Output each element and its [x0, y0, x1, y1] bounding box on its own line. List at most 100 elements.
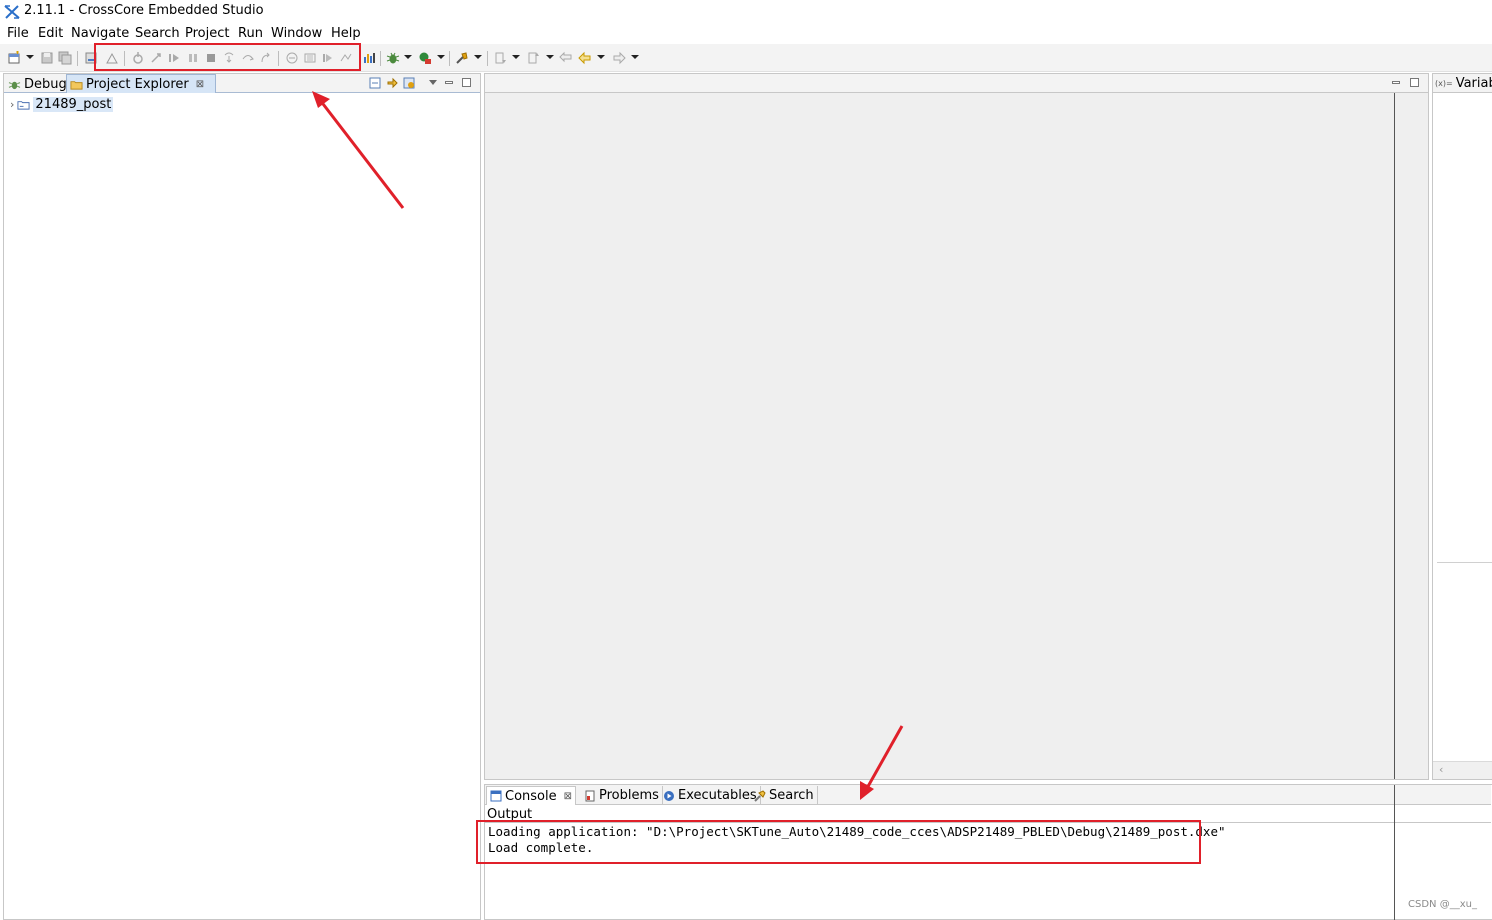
expand-chevron-icon[interactable]: › [10, 98, 14, 111]
output-label: Output [487, 807, 533, 822]
toolbar-separator [278, 51, 279, 66]
run-launch-icon[interactable] [418, 51, 432, 65]
tab-problems-label: Problems [599, 788, 659, 803]
tree-item-21489-post[interactable]: › 21489_post [10, 96, 114, 112]
console-line: Loading application: "D:\Project\SKTune_… [488, 824, 1226, 839]
step-over-icon[interactable] [241, 51, 255, 65]
suspend-icon[interactable] [186, 51, 200, 65]
menu-navigate[interactable]: Navigate [71, 26, 129, 41]
maximize-icon[interactable] [1410, 78, 1419, 87]
minimize-icon[interactable] [445, 81, 453, 84]
menu-file[interactable]: File [7, 26, 29, 41]
tab-project-explorer[interactable]: Project Explorer ⊠ [66, 74, 216, 93]
main-toolbar [0, 44, 1492, 72]
editor-header [485, 74, 1428, 93]
terminate-icon[interactable] [204, 51, 218, 65]
toolbar-separator [449, 51, 450, 66]
console-icon [490, 790, 502, 802]
editor-area [484, 73, 1429, 780]
tab-console[interactable]: Console ⊠ [486, 786, 576, 805]
last-edit-icon[interactable] [559, 51, 573, 65]
menu-run[interactable]: Run [238, 26, 263, 41]
collapse-all-icon[interactable] [369, 77, 381, 93]
left-view-panel: Debug Project Explorer ⊠ › 21489_post [3, 73, 481, 920]
toolbar-separator [380, 51, 381, 66]
new-icon[interactable] [7, 51, 21, 65]
step-return-icon[interactable] [259, 51, 273, 65]
debug-config-icon[interactable] [105, 51, 119, 65]
previous-annotation-dropdown-icon[interactable] [546, 55, 554, 59]
variables-view-panel: (x)= Variabl ‹ [1432, 73, 1492, 780]
save-icon[interactable] [40, 51, 54, 65]
menu-edit[interactable]: Edit [38, 26, 63, 41]
next-annotation-icon[interactable] [494, 51, 508, 65]
filter-settings-icon[interactable] [403, 77, 415, 93]
forward-dropdown-icon[interactable] [631, 55, 639, 59]
connect-icon[interactable] [149, 51, 163, 65]
menu-search[interactable]: Search [135, 26, 180, 41]
next-annotation-dropdown-icon[interactable] [512, 55, 520, 59]
minimize-icon[interactable] [1392, 81, 1400, 84]
plot-icon[interactable] [362, 51, 376, 65]
debug-launch-icon[interactable] [386, 51, 400, 65]
instruction-step-icon[interactable] [339, 51, 353, 65]
close-icon[interactable]: ⊠ [564, 791, 572, 802]
editor-vertical-ruler [1394, 93, 1395, 779]
tab-debug[interactable]: Debug [6, 75, 69, 93]
menu-help[interactable]: Help [331, 26, 361, 41]
maximize-icon[interactable] [462, 78, 471, 87]
horizontal-scrollbar[interactable]: ‹ [1433, 761, 1492, 779]
menu-project[interactable]: Project [185, 26, 229, 41]
tab-console-label: Console [505, 788, 557, 804]
disassembly-icon[interactable] [285, 51, 299, 65]
save-all-icon[interactable] [58, 51, 72, 65]
debug-dropdown-icon[interactable] [404, 55, 412, 59]
watermark: CSDN @__xu_ [1408, 899, 1477, 910]
tab-search[interactable]: Search [751, 786, 818, 805]
tab-variables-label: Variabl [1455, 75, 1492, 91]
window-title: 2.11.1 - CrossCore Embedded Studio [24, 3, 264, 18]
tab-executables-label: Executables [678, 788, 757, 803]
title-bar: 2.11.1 - CrossCore Embedded Studio [0, 0, 1492, 23]
external-tools-dropdown-icon[interactable] [474, 55, 482, 59]
back-dropdown-icon[interactable] [597, 55, 605, 59]
output-separator [485, 822, 1491, 823]
build-icon[interactable] [84, 51, 98, 65]
toolbar-separator [124, 51, 125, 66]
tab-executables[interactable]: Executables [660, 786, 761, 805]
executables-icon [664, 790, 674, 801]
tab-variables[interactable]: (x)= Variabl [1433, 74, 1492, 93]
debug-bug-icon [8, 81, 21, 89]
view-menu-icon[interactable] [429, 80, 437, 85]
variables-icon: (x)= [1435, 78, 1453, 88]
previous-annotation-icon[interactable] [527, 51, 541, 65]
menu-bar: File Edit Navigate Search Project Run Wi… [0, 23, 1492, 44]
link-with-editor-icon[interactable] [386, 77, 398, 93]
toolbar-separator [77, 51, 78, 66]
close-icon[interactable]: ⊠ [196, 79, 204, 90]
variables-detail-divider[interactable] [1437, 562, 1492, 563]
console-vertical-divider [1394, 785, 1395, 920]
console-panel: Console ⊠ Problems Executables Search Ou… [484, 784, 1492, 920]
external-tools-icon[interactable] [455, 51, 469, 65]
tab-problems[interactable]: Problems [581, 786, 663, 805]
left-panel-tabbar: Debug Project Explorer ⊠ [4, 74, 480, 93]
memory-icon[interactable] [303, 51, 317, 65]
tab-search-label: Search [769, 788, 814, 803]
run-dropdown-icon[interactable] [437, 55, 445, 59]
menu-window[interactable]: Window [271, 26, 322, 41]
resume-icon[interactable] [167, 51, 181, 65]
project-folder-icon [17, 100, 30, 110]
step-into-icon[interactable] [222, 51, 236, 65]
scroll-left-icon[interactable]: ‹ [1439, 763, 1443, 776]
crosscore-app-icon [4, 4, 20, 20]
tab-debug-label: Debug [24, 76, 67, 92]
back-icon[interactable] [578, 51, 592, 65]
search-flashlight-icon [754, 789, 766, 802]
project-folder-icon [70, 80, 83, 90]
tab-project-explorer-label: Project Explorer [86, 76, 189, 92]
new-dropdown-icon[interactable] [26, 55, 34, 59]
forward-icon[interactable] [612, 51, 626, 65]
run-to-line-icon[interactable] [321, 51, 335, 65]
restart-icon[interactable] [131, 51, 145, 65]
